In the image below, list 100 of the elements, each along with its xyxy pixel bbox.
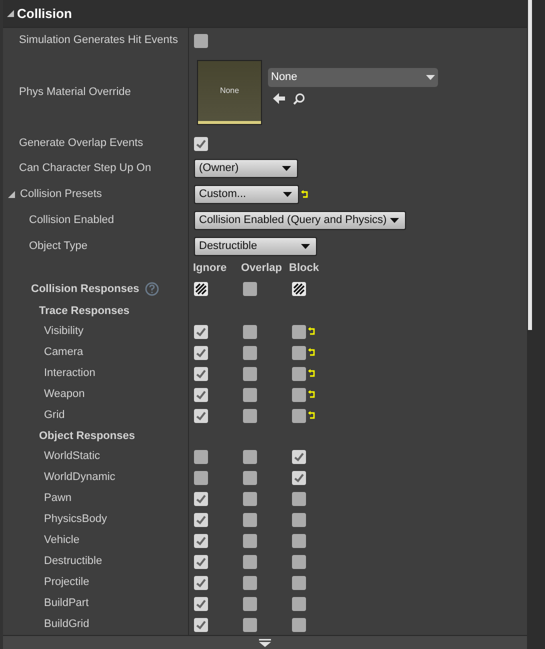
- checkbox[interactable]: [194, 554, 208, 568]
- reset-arrow-icon[interactable]: [308, 369, 316, 378]
- checkbox[interactable]: [292, 618, 306, 632]
- property-label: Generate Overlap Events: [18, 136, 144, 152]
- column-heading: Overlap: [241, 260, 283, 276]
- property-label: Collision Presets: [20, 186, 102, 202]
- column-heading: Block: [289, 260, 320, 276]
- section-title: Collision: [17, 4, 72, 23]
- property-label: Phys Material Override: [18, 84, 131, 100]
- checkbox[interactable]: [292, 596, 306, 610]
- back-arrow-icon[interactable]: [273, 93, 285, 104]
- reset-arrow-icon[interactable]: [308, 411, 316, 420]
- thumbnail-label: None: [220, 84, 240, 96]
- channel-label: Interaction: [43, 366, 96, 382]
- search-icon[interactable]: [293, 92, 305, 104]
- caret-icon: [301, 244, 310, 248]
- section-header[interactable]: Collision: [3, 0, 527, 28]
- checkbox[interactable]: [292, 388, 306, 402]
- checkbox[interactable]: [194, 512, 208, 526]
- channel-label: Pawn: [43, 491, 72, 506]
- checkbox[interactable]: [194, 618, 208, 632]
- collapse-triangle-icon[interactable]: [8, 190, 15, 198]
- checkbox[interactable]: [194, 366, 208, 380]
- checkbox[interactable]: [292, 534, 306, 548]
- checkbox[interactable]: [194, 450, 208, 464]
- presets-dropdown[interactable]: Custom...: [194, 184, 299, 204]
- property-label: Simulation Generates Hit Events: [18, 33, 178, 48]
- column-heading: Ignore: [193, 260, 228, 276]
- checkbox[interactable]: [243, 282, 257, 296]
- help-icon[interactable]: [145, 282, 160, 296]
- asset-dropdown[interactable]: None: [268, 68, 438, 86]
- responses-title: Collision Responses: [31, 282, 140, 297]
- checkbox[interactable]: [243, 470, 257, 484]
- dropdown[interactable]: Collision Enabled (Query and Physics): [194, 210, 406, 230]
- checkbox[interactable]: [194, 596, 208, 610]
- checkbox[interactable]: [292, 408, 306, 422]
- asset-thumbnail[interactable]: None: [197, 60, 262, 124]
- checkbox[interactable]: [194, 346, 208, 360]
- collapse-triangle-icon: [7, 10, 14, 17]
- checkbox[interactable]: [292, 450, 306, 464]
- checkbox[interactable]: [243, 366, 257, 380]
- caret-icon: [283, 192, 292, 196]
- checkbox[interactable]: [243, 576, 257, 590]
- checkbox[interactable]: [194, 470, 208, 484]
- checkbox[interactable]: [194, 534, 208, 548]
- channel-label: Weapon: [43, 387, 85, 402]
- dropdown[interactable]: Destructible: [194, 236, 317, 256]
- checkbox[interactable]: [243, 346, 257, 360]
- checkbox[interactable]: [292, 324, 306, 338]
- checkbox[interactable]: [194, 136, 208, 150]
- checkbox[interactable]: [194, 324, 208, 338]
- checkbox[interactable]: [194, 282, 208, 296]
- group-title: Trace Responses: [38, 304, 130, 319]
- checkbox[interactable]: [243, 596, 257, 610]
- channel-label: Projectile: [43, 575, 90, 590]
- checkbox[interactable]: [292, 492, 306, 506]
- checkbox[interactable]: [194, 576, 208, 590]
- reset-arrow-icon[interactable]: [308, 327, 316, 336]
- channel-label: Grid: [43, 408, 65, 424]
- group-title: Object Responses: [38, 428, 135, 444]
- checkbox[interactable]: [292, 554, 306, 568]
- checkbox[interactable]: [194, 492, 208, 506]
- checkbox[interactable]: [243, 492, 257, 506]
- caret-icon: [390, 218, 399, 222]
- checkbox[interactable]: [243, 618, 257, 632]
- channel-label: PhysicsBody: [43, 512, 107, 528]
- property-label: Can Character Step Up On: [18, 161, 152, 176]
- checkbox[interactable]: [243, 388, 257, 402]
- checkbox[interactable]: [243, 324, 257, 338]
- checkbox[interactable]: [292, 512, 306, 526]
- dropdown[interactable]: (Owner): [194, 159, 298, 178]
- scrollbar[interactable]: [528, 0, 532, 330]
- checkbox[interactable]: [292, 576, 306, 590]
- property-label: Object Type: [28, 238, 88, 254]
- channel-label: Visibility: [43, 324, 84, 340]
- caret-icon: [282, 166, 291, 171]
- channel-label: BuildPart: [43, 596, 89, 612]
- channel-label: Camera: [43, 345, 84, 360]
- reset-arrow-icon[interactable]: [308, 348, 316, 357]
- reset-arrow-icon[interactable]: [308, 390, 316, 399]
- channel-label: Vehicle: [43, 533, 80, 548]
- checkbox[interactable]: [194, 388, 208, 402]
- channel-label: WorldStatic: [43, 449, 100, 464]
- checkbox[interactable]: [292, 366, 306, 380]
- reset-arrow-icon[interactable]: [301, 190, 309, 198]
- checkbox[interactable]: [243, 512, 257, 526]
- checkbox[interactable]: [194, 408, 208, 422]
- channel-label: Destructible: [43, 554, 102, 570]
- expand-down-icon[interactable]: [259, 638, 271, 646]
- checkbox[interactable]: [243, 534, 257, 548]
- checkbox[interactable]: [243, 450, 257, 464]
- checkbox[interactable]: [292, 282, 306, 296]
- property-label: Collision Enabled: [28, 212, 114, 228]
- channel-label: BuildGrid: [43, 617, 90, 632]
- checkbox[interactable]: [292, 470, 306, 484]
- channel-label: WorldDynamic: [43, 470, 116, 486]
- checkbox[interactable]: [243, 408, 257, 422]
- checkbox[interactable]: [243, 554, 257, 568]
- checkbox[interactable]: [292, 346, 306, 360]
- checkbox[interactable]: [194, 34, 208, 48]
